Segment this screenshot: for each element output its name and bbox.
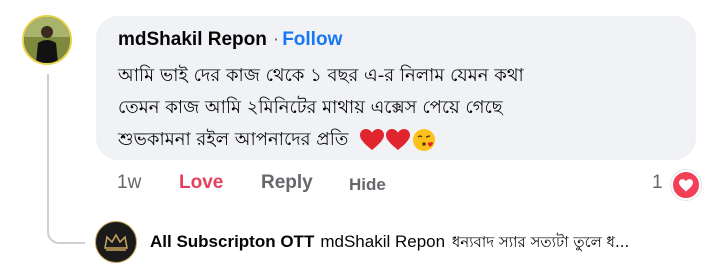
reply-avatar[interactable] (95, 221, 137, 263)
reply-text: ধন্যবাদ স্যার সত্যটা তুলে ধ... (451, 233, 630, 251)
love-button[interactable]: Love (179, 172, 223, 194)
follow-button[interactable]: Follow (282, 29, 342, 50)
face-blowing-kiss-icon (413, 129, 436, 151)
reply-mention[interactable]: mdShakil Repon (320, 232, 445, 251)
heart-icon (360, 129, 385, 150)
comment-text-line-3: শুভকামনা রইল আপনাদের প্রতি (118, 124, 678, 156)
comment-timestamp[interactable]: 1w (117, 172, 141, 194)
comment-text-line-3-text: শুভকামনা রইল আপনাদের প্রতি (118, 129, 349, 150)
comment-author-name[interactable]: mdShakil Repon (118, 29, 267, 50)
reply-button[interactable]: Reply (261, 172, 313, 194)
comment-text-line-1: আমি ভাই দের কাজ থেকে ১ বছর এ-র নিলাম যেম… (118, 65, 524, 86)
thread-connector-line (47, 74, 85, 244)
separator-dot: · (272, 29, 280, 50)
comment-text: আমি ভাই দের কাজ থেকে ১ বছর এ-র নিলাম যেম… (118, 60, 678, 156)
comment-author-row: mdShakil Repon · Follow (118, 29, 342, 51)
comment-emojis (360, 128, 436, 152)
reply-preview[interactable]: All Subscripton OTT mdShakil Repon ধন্যবা… (150, 231, 629, 256)
reply-author-name[interactable]: All Subscripton OTT (150, 232, 314, 251)
commenter-avatar[interactable] (22, 15, 72, 65)
heart-icon (386, 129, 411, 150)
comment-actions: 1w Love Reply Hide 1 (0, 172, 716, 202)
crown-logo-icon (104, 233, 128, 251)
reaction-count[interactable]: 1 (652, 172, 663, 194)
hide-button[interactable]: Hide (349, 175, 386, 195)
heart-reaction-icon[interactable] (671, 170, 701, 200)
comment-text-line-2: তেমন কাজ আমি ২মিনিটের মাথায় এক্সেস পেয়… (118, 97, 503, 118)
comment-bubble: mdShakil Repon · Follow আমি ভাই দের কাজ থে… (96, 16, 696, 160)
